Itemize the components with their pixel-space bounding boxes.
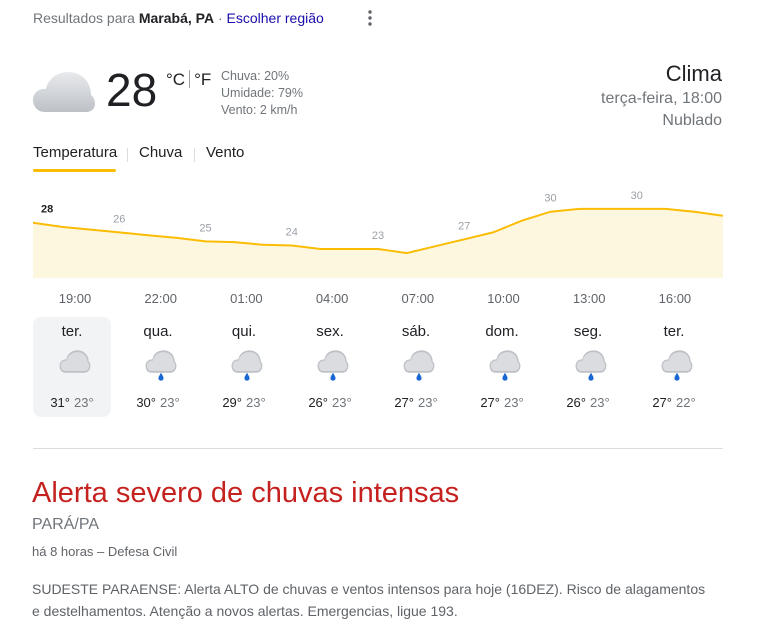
low-temp: 23°	[160, 395, 180, 410]
rain-cloud-icon	[317, 350, 349, 381]
day-temps: 30° 23°	[119, 395, 197, 410]
celsius-toggle[interactable]: °C	[166, 70, 185, 89]
rain-cloud-icon	[575, 350, 607, 381]
chart-value-label: 27	[458, 220, 470, 232]
unit-switch: °C °F	[166, 70, 211, 90]
chart-time-label: 01:00	[230, 291, 263, 306]
separator: ·	[217, 10, 223, 26]
current-temperature: 28	[106, 64, 158, 116]
section-divider	[33, 448, 723, 449]
day-temps: 26° 23°	[549, 395, 627, 410]
humidity: Umidade: 79%	[221, 86, 303, 100]
forecast-day[interactable]: ter. 27° 22°	[635, 317, 713, 417]
day-temps: 27° 23°	[377, 395, 455, 410]
rain-cloud-icon	[403, 350, 435, 381]
high-temp: 26°	[566, 395, 586, 410]
current-condition: Nublado	[662, 112, 722, 129]
day-name: sex.	[316, 323, 344, 340]
day-name: qua.	[143, 323, 173, 340]
forecast-day[interactable]: sáb. 27° 23°	[377, 317, 455, 417]
forecast-day[interactable]: ter. 31° 23°	[33, 317, 111, 417]
alert-meta: há 8 horas – Defesa Civil	[32, 544, 178, 559]
forecast-day[interactable]: dom. 27° 23°	[463, 317, 541, 417]
chart-time-label: 22:00	[144, 291, 177, 306]
day-name: ter.	[663, 323, 685, 340]
low-temp: 23°	[418, 395, 438, 410]
chart-tabs: Temperatura Chuva Vento	[33, 144, 333, 168]
alert-description: SUDESTE PARAENSE: Alerta ALTO de chuvas …	[32, 581, 706, 619]
results-prefix: Resultados para	[33, 10, 135, 26]
weather-title: Clima	[665, 61, 722, 86]
chart-time-label: 19:00	[58, 291, 92, 306]
location-bar: Resultados para Marabá, PA · Escolher re…	[33, 10, 324, 26]
day-temps: 27° 22°	[635, 395, 713, 410]
tab-divider	[127, 148, 128, 162]
low-temp: 22°	[676, 395, 696, 410]
day-name: qui.	[231, 323, 257, 340]
fahrenheit-toggle[interactable]: °F	[194, 70, 211, 89]
day-temps: 29° 23°	[205, 395, 283, 410]
wind-speed: Vento: 2 km/h	[221, 103, 298, 117]
chart-value-label: 25	[199, 222, 211, 234]
high-temp: 26°	[308, 395, 328, 410]
high-temp: 30°	[136, 395, 156, 410]
current-stats: Chuva: 20% Umidade: 79% Vento: 2 km/h	[221, 68, 303, 119]
change-region-link[interactable]: Escolher região	[227, 10, 324, 26]
active-tab-indicator	[33, 169, 116, 172]
forecast-day[interactable]: qua. 30° 23°	[119, 317, 197, 417]
chart-value-label: 30	[631, 190, 643, 202]
day-name: sáb.	[401, 323, 431, 340]
day-name: ter.	[61, 323, 83, 340]
tab-divider	[194, 148, 195, 162]
high-temp: 27°	[480, 395, 500, 410]
current-datetime: terça-feira, 18:00	[601, 90, 722, 107]
low-temp: 23°	[504, 395, 524, 410]
tab-wind[interactable]: Vento	[206, 144, 244, 161]
low-temp: 23°	[74, 395, 94, 410]
tab-rain[interactable]: Chuva	[139, 144, 182, 161]
cloud-icon	[33, 72, 95, 112]
chart-time-label: 10:00	[487, 291, 520, 306]
high-temp: 27°	[394, 395, 414, 410]
alert-region: PARÁ/PA	[32, 516, 99, 533]
rain-cloud-icon	[145, 350, 177, 381]
unit-divider	[189, 70, 191, 88]
day-temps: 26° 23°	[291, 395, 369, 410]
low-temp: 23°	[332, 395, 352, 410]
location-name: Marabá, PA	[138, 10, 215, 26]
high-temp: 27°	[652, 395, 672, 410]
rain-chance: Chuva: 20%	[221, 69, 290, 83]
rain-cloud-icon	[489, 350, 521, 381]
cloud-icon	[59, 350, 91, 373]
high-temp: 29°	[222, 395, 242, 410]
chart-time-label: 13:00	[572, 291, 606, 306]
chart-time-label: 04:00	[315, 291, 349, 306]
alert-title[interactable]: Alerta severo de chuvas intensas	[32, 477, 459, 510]
day-name: seg.	[573, 323, 603, 340]
chart-value-label: 24	[286, 227, 298, 239]
chart-time-label: 07:00	[401, 291, 435, 306]
forecast-day[interactable]: seg. 26° 23°	[549, 317, 627, 417]
chart-value-label: 30	[544, 193, 556, 205]
rain-cloud-icon	[661, 350, 693, 381]
chart-time-axis: 19:00 22:00 01:00 04:00 07:00 10:00 13:00 16:00	[33, 291, 723, 309]
low-temp: 23°	[246, 395, 266, 410]
tab-temperature[interactable]: Temperatura	[33, 144, 117, 161]
high-temp: 31°	[50, 395, 70, 410]
more-options-icon[interactable]	[360, 8, 380, 28]
weather-header: Clima terça-feira, 18:00 Nublado	[601, 60, 722, 132]
chart-value-label: 28	[41, 204, 53, 216]
forecast-day[interactable]: qui. 29° 23°	[205, 317, 283, 417]
chart-area	[33, 208, 723, 278]
chart-time-label: 16:00	[658, 291, 692, 306]
day-name: dom.	[485, 323, 519, 340]
temperature-chart: 28 26 25 24 23 27 30 30	[33, 190, 723, 278]
day-temps: 27° 23°	[463, 395, 541, 410]
chart-value-label: 26	[113, 213, 125, 225]
forecast-day[interactable]: sex. 26° 23°	[291, 317, 369, 417]
chart-value-label: 23	[372, 230, 384, 242]
day-temps: 31° 23°	[33, 395, 111, 410]
rain-cloud-icon	[231, 350, 263, 381]
low-temp: 23°	[590, 395, 610, 410]
